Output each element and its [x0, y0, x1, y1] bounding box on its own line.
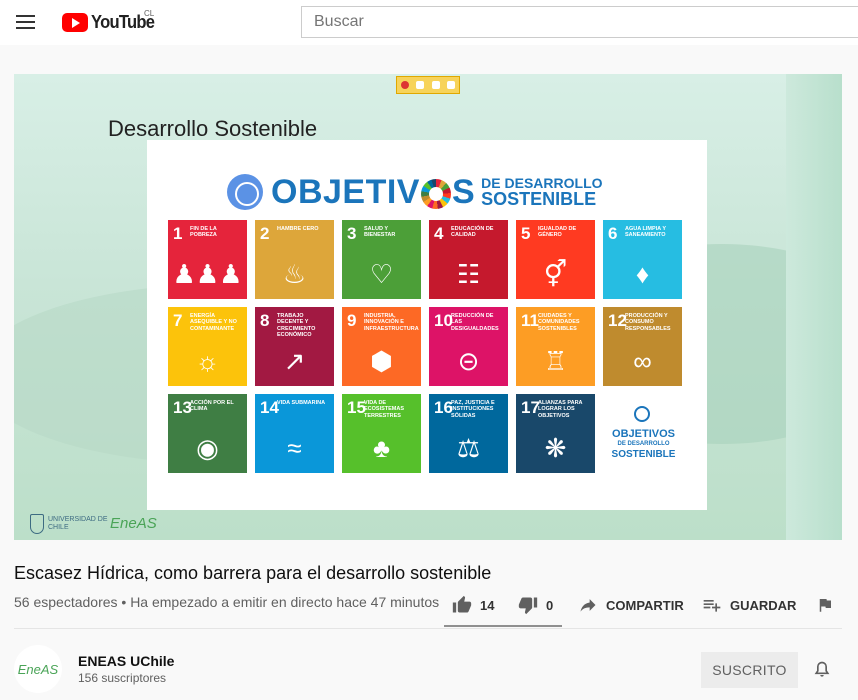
water-icon: ♦	[635, 259, 650, 289]
gender-icon: ⚥	[543, 259, 568, 289]
dislike-count: 0	[546, 597, 554, 613]
goal-tile: 2 Hambre cero ♨	[255, 220, 334, 299]
university-logo: UNIVERSIDAD DE CHILE	[30, 514, 108, 534]
video-player[interactable]: Desarrollo Sostenible OBJETIV S DE DESARR…	[14, 74, 842, 540]
goal-tile: 7 Energía asequible y no contaminante ☼	[168, 307, 247, 386]
save-button[interactable]: GUARDAR	[702, 590, 796, 620]
bowl-icon: ♨	[282, 259, 307, 289]
like-ratio-bar	[444, 625, 562, 627]
university-shield-icon	[30, 514, 44, 534]
family-icon: ♟♟♟	[172, 259, 243, 289]
goal-tile: 11 Ciudades y comunidades sostenibles ♖	[516, 307, 595, 386]
book-icon: ☷	[456, 259, 481, 289]
sun-icon: ☼	[195, 346, 220, 376]
subscribe-button[interactable]: SUSCRITO	[701, 652, 798, 688]
dislike-button[interactable]: 0	[518, 590, 553, 620]
heartbeat-icon: ♡	[369, 259, 394, 289]
goal-tile: 14 Vida submarina ≈	[255, 394, 334, 473]
sdg-logo-tile: OBJETIVOS DE DESARROLLO SOSTENIBLE	[603, 394, 682, 473]
share-icon	[580, 599, 596, 612]
cubes-icon: ⬢	[370, 346, 393, 376]
top-bar: YouTube CL	[0, 0, 858, 45]
slide-title: Desarrollo Sostenible	[108, 116, 318, 141]
channel-name[interactable]: ENEAS UChile	[78, 653, 174, 669]
goal-tile: 6 Agua limpia y saneamiento ♦	[603, 220, 682, 299]
goal-tile: 4 Educación de calidad ☷	[429, 220, 508, 299]
goal-tile: 17 Alianzas para lograr los objetivos ❋	[516, 394, 595, 473]
report-button[interactable]	[816, 590, 842, 620]
goal-tile: 15 Vida de ecosistemas terrestres ♣	[342, 394, 421, 473]
play-logo-icon	[62, 12, 88, 32]
poster-heading: OBJETIV S DE DESARROLLO SOSTENIBLE	[227, 170, 603, 214]
action-bar: 14 0 COMPARTIR GUARDAR	[444, 590, 844, 627]
goal-tile: 5 Igualdad de género ⚥	[516, 220, 595, 299]
rings-icon: ❋	[544, 433, 567, 463]
thumb-down-icon	[518, 597, 538, 615]
goal-tile: 12 Producción y consumo responsables ∞	[603, 307, 682, 386]
presenter-toolbar	[396, 76, 460, 94]
eye-globe-icon: ◉	[196, 433, 219, 463]
fish-icon: ≈	[287, 433, 302, 463]
flag-icon	[819, 599, 831, 612]
divider	[14, 628, 842, 629]
eneas-watermark: EneAS	[110, 515, 157, 532]
goal-tile: 10 Reducción de las desigualdades ⊝	[429, 307, 508, 386]
goal-tile: 8 Trabajo decente y crecimiento económico…	[255, 307, 334, 386]
sdg-wheel-icon	[420, 178, 451, 209]
youtube-logo[interactable]: YouTube CL	[62, 9, 160, 33]
goal-tile: 3 Salud y bienestar ♡	[342, 220, 421, 299]
un-emblem-icon	[227, 174, 263, 210]
notification-bell-icon[interactable]	[812, 660, 832, 680]
video-title: Escasez Hídrica, como barrera para el de…	[14, 563, 492, 583]
equal-icon: ⊝	[457, 346, 480, 376]
subscriber-count: 156 suscriptores	[78, 671, 167, 685]
city-icon: ♖	[543, 346, 568, 376]
sdg-poster: OBJETIV S DE DESARROLLO SOSTENIBLE 1 Fin d…	[147, 140, 707, 510]
un-emblem-icon	[634, 406, 650, 422]
country-code: CL	[144, 9, 155, 18]
goal-tile: 9 Industria, innovación e infraestructura…	[342, 307, 421, 386]
search-input[interactable]	[301, 6, 858, 38]
like-count: 14	[480, 597, 495, 613]
playlist-add-icon	[703, 600, 721, 612]
goal-tile: 16 Paz, justicia e instituciones sólidas ⚖	[429, 394, 508, 473]
like-button[interactable]: 14	[452, 590, 494, 620]
goal-tile: 1 Fin de la pobreza ♟♟♟	[168, 220, 247, 299]
tree-icon: ♣	[372, 433, 391, 463]
video-meta: 56 espectadores • Ha empezado a emitir e…	[14, 594, 440, 610]
infinity-icon: ∞	[633, 346, 652, 376]
share-button[interactable]: COMPARTIR	[578, 590, 684, 620]
channel-avatar[interactable]: EneAS	[14, 645, 62, 693]
thumb-up-icon	[452, 595, 472, 613]
goals-grid: 1 Fin de la pobreza ♟♟♟ 2 Hambre cero ♨ 3 Salud…	[168, 220, 688, 473]
goal-tile: 13 Acción por el clima ◉	[168, 394, 247, 473]
chart-icon: ↗	[283, 346, 306, 376]
dove-icon: ⚖	[456, 433, 481, 463]
menu-icon[interactable]	[14, 11, 38, 33]
